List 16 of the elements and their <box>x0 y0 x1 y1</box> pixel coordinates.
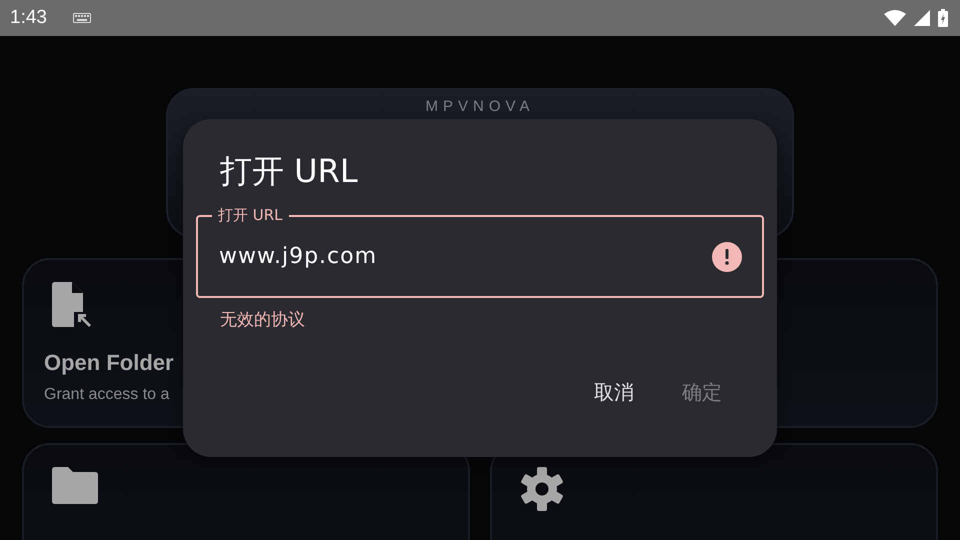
card-subtitle: Grant access to a <box>44 386 170 404</box>
url-input-field[interactable]: 打开 URL www.j9p.com <box>196 205 764 298</box>
app-title: MPVNOVA <box>426 98 534 114</box>
error-icon <box>712 242 742 272</box>
keyboard-icon <box>72 13 91 23</box>
dialog-button[interactable]: 取消 <box>578 373 650 412</box>
dialog-title: 打开 URL <box>220 151 359 192</box>
wifi-icon <box>884 10 906 26</box>
card-title: Open Folder <box>44 350 174 376</box>
signal-icon <box>914 10 930 26</box>
error-message: 无效的协议 <box>220 309 306 331</box>
settings-icon <box>520 467 564 511</box>
clock: 1:43 <box>10 7 47 29</box>
battery-icon <box>938 9 948 27</box>
field-label: 打开 URL <box>212 205 289 225</box>
folder-icon <box>52 467 98 504</box>
